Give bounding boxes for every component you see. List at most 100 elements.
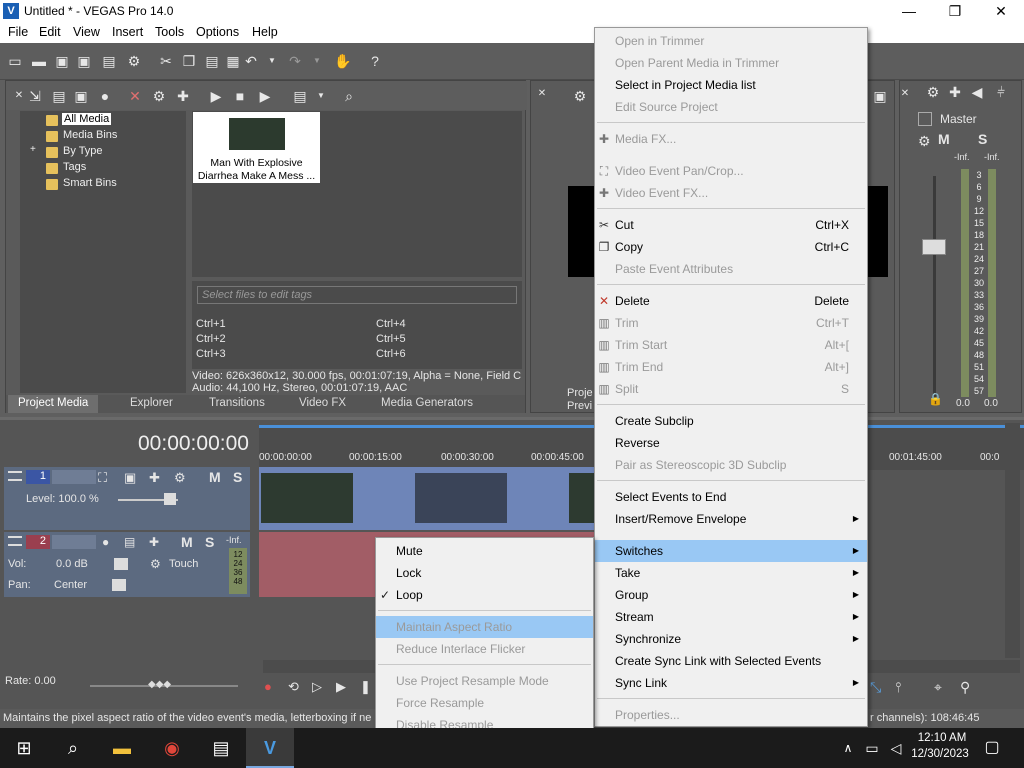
menu-item-delete[interactable]: ✕ Delete Delete xyxy=(595,290,867,312)
tab-project-media[interactable]: Project Media xyxy=(8,395,99,413)
track-name-field[interactable] xyxy=(52,470,96,484)
master-mute-button[interactable]: M xyxy=(938,131,950,147)
media-fx-icon[interactable]: ✚ xyxy=(174,87,192,105)
track-expand-icon[interactable] xyxy=(8,536,22,546)
tree-item-tags[interactable]: Tags xyxy=(63,161,86,173)
video-event[interactable] xyxy=(259,467,599,530)
lock-icon[interactable]: 🔒 xyxy=(928,392,943,406)
video-track-header[interactable]: 1 ⛶ ▣ ✚ ⚙ M S Level: 100.0 % xyxy=(4,467,250,530)
undo-dropdown-icon[interactable]: ▼ xyxy=(263,52,281,70)
master-solo-button[interactable]: S xyxy=(978,131,987,147)
track-solo-button[interactable]: S xyxy=(233,469,242,485)
switch-item-lock[interactable]: Lock xyxy=(376,562,593,584)
menu-item-create-subclip[interactable]: Create Subclip xyxy=(595,410,867,432)
menu-item-cut[interactable]: ✂ Cut Ctrl+X xyxy=(595,214,867,236)
enable-snapping-icon[interactable]: ✋ xyxy=(334,52,352,70)
start-windows-icon[interactable]: ⊞ xyxy=(12,736,36,760)
tree-item-smart-bins[interactable]: Smart Bins xyxy=(63,177,117,189)
close-button[interactable]: ✕ xyxy=(978,0,1024,23)
menu-item-take[interactable]: Take ▶ xyxy=(595,562,867,584)
menu-item-insert-remove-envelope[interactable]: Insert/Remove Envelope ▶ xyxy=(595,508,867,530)
menu-item-group[interactable]: Group ▶ xyxy=(595,584,867,606)
menu-insert[interactable]: Insert xyxy=(112,25,143,39)
loop-playback-icon[interactable]: ⟲ xyxy=(288,679,299,695)
preview-settings-icon[interactable]: ⚙ xyxy=(571,87,589,105)
import-media-icon[interactable]: ⇲ xyxy=(26,87,44,105)
movie-clapper-icon[interactable]: ▤ xyxy=(209,736,233,760)
copy-icon[interactable]: ❐ xyxy=(180,52,198,70)
menu-item-synchronize[interactable]: Synchronize ▶ xyxy=(595,628,867,650)
search-icon[interactable]: ⌕ xyxy=(61,736,85,760)
tree-item-all-media[interactable]: All Media xyxy=(62,113,112,125)
master-fx-icon[interactable]: ✚ xyxy=(946,83,964,101)
tag-input[interactable]: Select files to edit tags xyxy=(197,286,517,304)
track-gear-icon[interactable]: ⚙ xyxy=(174,470,186,486)
tree-item-media-bins[interactable]: Media Bins xyxy=(63,129,117,141)
notifications-icon[interactable]: ▢ xyxy=(980,736,1004,760)
master-downmix-icon[interactable]: ◀ xyxy=(968,83,986,101)
volume-slider-handle[interactable] xyxy=(114,558,128,570)
preview-copy-icon[interactable]: ▣ xyxy=(871,87,889,105)
menu-item-create-sync-link-with-selected-events[interactable]: Create Sync Link with Selected Events xyxy=(595,650,867,672)
automation-mode[interactable]: Touch xyxy=(169,558,198,570)
menu-file[interactable]: File xyxy=(8,25,28,39)
timeline-vertical-scrollbar[interactable] xyxy=(1005,423,1020,658)
play-from-start-icon[interactable]: ▷ xyxy=(312,679,322,695)
menu-edit[interactable]: Edit xyxy=(39,25,61,39)
auto-preview-icon[interactable]: ▶ xyxy=(256,87,274,105)
pause-icon[interactable]: ❚ xyxy=(360,679,371,695)
menu-item-reverse[interactable]: Reverse xyxy=(595,432,867,454)
properties-gear-icon[interactable]: ⚙ xyxy=(125,52,143,70)
clock-time[interactable]: 12:10 AM xyxy=(912,732,972,744)
file-explorer-icon[interactable]: ▬ xyxy=(110,736,134,760)
tab-media-generators[interactable]: Media Generators xyxy=(381,397,473,409)
rate-slider-handle-icon[interactable]: ◆◆◆ xyxy=(148,679,171,690)
menu-item-select-events-to-end[interactable]: Select Events to End xyxy=(595,486,867,508)
play-icon[interactable]: ▶ xyxy=(336,679,346,695)
lock-envelopes-icon[interactable]: ⚲ xyxy=(960,679,970,696)
views-icon[interactable]: ▤ xyxy=(291,87,309,105)
track-solo-button[interactable]: S xyxy=(205,534,214,550)
media-item[interactable]: Man With Explosive Diarrhea Make A Mess … xyxy=(193,112,320,183)
play-icon[interactable]: ▶ xyxy=(207,87,225,105)
invert-phase-icon[interactable]: ▤ xyxy=(124,535,135,549)
minimize-button[interactable]: — xyxy=(886,0,932,23)
undo-icon[interactable]: ↶ xyxy=(242,52,260,70)
tree-item-by-type[interactable]: By Type xyxy=(63,145,103,157)
vegas-app-icon[interactable]: V xyxy=(258,736,282,760)
compositing-mode-icon[interactable]: ⛶ xyxy=(98,470,107,486)
save-as-icon[interactable]: ▣ xyxy=(75,52,93,70)
paste-icon[interactable]: ▤ xyxy=(203,52,221,70)
automation-gear-icon[interactable]: ⚙ xyxy=(150,557,161,571)
menu-item-select-in-project-media-list[interactable]: Select in Project Media list xyxy=(595,74,867,96)
menu-item-copy[interactable]: ❐ Copy Ctrl+C xyxy=(595,236,867,258)
audio-track-header[interactable]: 2 ● ▤ ✚ M S -Inf. 12 24 36 48 Vol: 0.0 d… xyxy=(4,532,250,597)
web-icon[interactable]: ● xyxy=(96,87,114,105)
arm-record-icon[interactable]: ● xyxy=(102,535,109,549)
track-name-field[interactable] xyxy=(52,535,96,549)
menu-help[interactable]: Help xyxy=(252,25,278,39)
snap-icon[interactable]: ⌖ xyxy=(934,679,942,696)
master-fader-handle[interactable] xyxy=(922,239,946,255)
master-close-icon[interactable]: ✕ xyxy=(896,85,914,103)
preview-close-icon[interactable]: ✕ xyxy=(533,85,551,103)
master-mixer-icon[interactable]: ⫩ xyxy=(992,83,1010,101)
level-slider-handle[interactable] xyxy=(164,493,176,505)
maximize-button[interactable]: ❐ xyxy=(932,0,978,23)
new-project-icon[interactable]: ▭ xyxy=(6,52,24,70)
tab-video-fx[interactable]: Video FX xyxy=(299,397,346,409)
render-icon[interactable]: ▤ xyxy=(100,52,118,70)
views-dropdown-icon[interactable]: ▼ xyxy=(312,87,330,105)
capture-icon[interactable]: ▤ xyxy=(50,87,68,105)
save-icon[interactable]: ▣ xyxy=(53,52,71,70)
open-icon[interactable]: ▬ xyxy=(30,52,48,70)
tab-transitions[interactable]: Transitions xyxy=(209,397,265,409)
master-fx-chain-icon[interactable]: ⚙ xyxy=(918,133,931,150)
volume-icon[interactable]: ◁ xyxy=(884,736,908,760)
auto-crossfade-icon[interactable]: ⫯ xyxy=(895,679,901,696)
track-fx-icon[interactable]: ✚ xyxy=(149,470,160,486)
menu-options[interactable]: Options xyxy=(196,25,239,39)
splitter[interactable] xyxy=(0,417,1024,420)
track-motion-icon[interactable]: ▣ xyxy=(124,470,136,486)
menu-view[interactable]: View xyxy=(73,25,100,39)
